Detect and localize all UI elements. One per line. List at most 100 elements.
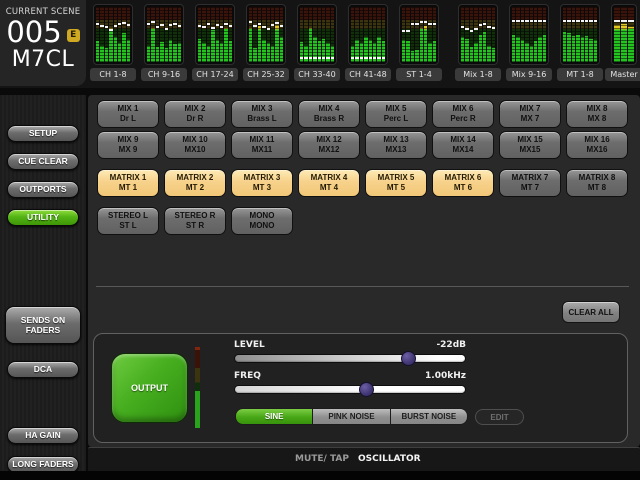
grid-button-mix-4[interactable]: MIX 4 Brass R [298,100,360,128]
level-slider[interactable] [235,351,465,366]
grid-button-mix-9[interactable]: MIX 9 MX 9 [97,131,159,159]
meter-bar [491,7,495,62]
meter-block-label: CH 17-24 [192,68,238,81]
sidebar-button-setup[interactable]: SETUP [7,125,79,142]
grid-button-mix-10[interactable]: MIX 10 MX10 [164,131,226,159]
grid-button-stereo-r[interactable]: STEREO R ST R [164,207,226,235]
grid-button-mix-5[interactable]: MIX 5 Perc L [365,100,427,128]
meter-block-ch-17-24: CH 17-24 [192,4,238,81]
fader-position-mark [219,25,224,28]
grid-button-mix-12[interactable]: MIX 12 MX12 [298,131,360,159]
grid-button-matrix-4[interactable]: MATRIX 4 MT 4 [298,169,360,197]
meter-bar [516,7,520,62]
meter-bar-level [330,45,334,62]
fader-position-mark [104,25,109,28]
sidebar-button-utility[interactable]: UTILITY [7,209,79,226]
freq-slider-handle[interactable] [359,382,375,397]
grid-button-mix-3[interactable]: MIX 3 Brass L [231,100,293,128]
fader-position-mark [563,20,567,23]
fader-position-mark [262,25,266,28]
grid-button-mix-6[interactable]: MIX 6 Perc R [432,100,494,128]
grid-button-mono[interactable]: MONO MONO [231,207,293,235]
fader-position-mark [155,25,160,28]
edit-button[interactable]: EDIT [475,409,524,425]
fader-position-mark [621,20,627,23]
meter-bar-level [423,25,428,62]
meter-bar-level [275,24,279,62]
meter-bar [432,7,436,62]
meter-bar-level [593,40,597,62]
fader-position-mark [270,24,275,27]
m7cl-utility-screen: CURRENT SCENE 005 E M7CL CH 1-8 CH 9-16 CH… [0,0,640,480]
meter-bar-level [117,43,122,62]
fader-position-mark [628,20,634,23]
meter-bar-level [262,40,266,62]
grid-button-matrix-3[interactable]: MATRIX 3 MT 3 [231,169,293,197]
meter-bar-level [96,41,100,62]
freq-slider[interactable] [235,382,465,397]
grid-button-stereo-l[interactable]: STEREO L ST L [97,207,159,235]
sidebar-button-dca[interactable]: DCA [7,361,79,378]
grid-button-matrix-1[interactable]: MATRIX 1 MT 1 [97,169,159,197]
meter-bar [529,7,533,62]
bottom-tab-bar: MUTE/ TAP OSCILLATOR [88,447,640,472]
meter-bar [474,7,478,62]
fader-position-mark [326,57,330,60]
grid-button-matrix-6[interactable]: MATRIX 6 MT 6 [432,169,494,197]
fader-position-mark [512,20,516,23]
meter-bar [113,7,117,62]
fader-position-mark [419,21,423,24]
meter-bar-level [122,33,126,62]
grid-button-matrix-8[interactable]: MATRIX 8 MT 8 [566,169,628,197]
grid-button-mix-2[interactable]: MIX 2 Dr R [164,100,226,128]
fader-position-mark [432,23,436,26]
fader-position-mark [584,20,589,23]
meter-bar-level [576,34,580,62]
tab-mute-tap[interactable]: MUTE/ TAP [295,454,349,464]
level-slider-handle[interactable] [400,351,416,366]
meter-bar [628,7,634,62]
grid-button-mix-15[interactable]: MIX 15 MX15 [499,131,561,159]
fader-position-mark [364,57,368,60]
fader-position-mark [147,22,151,25]
sidebar-button-sends-on-faders[interactable]: SENDS ON FADERS [5,306,81,344]
meter-bar [117,7,122,62]
fader-position-mark [313,57,317,60]
grid-button-mix-13[interactable]: MIX 13 MX13 [365,131,427,159]
meter-block-label: CH 9-16 [141,68,187,81]
oscillator-panel: OUTPUT LEVEL -22dB FREQ 1.00kHz SINE PINK… [93,333,628,443]
grid-button-mix-7[interactable]: MIX 7 MX 7 [499,100,561,128]
wave-button-burst-noise[interactable]: BURST NOISE [390,408,468,425]
meter-bar-level [461,37,465,62]
grid-button-mix-1[interactable]: MIX 1 Dr L [97,100,159,128]
clear-all-button[interactable]: CLEAR ALL [562,301,620,323]
grid-button-matrix-7[interactable]: MATRIX 7 MT 7 [499,169,561,197]
meter-bar [100,7,104,62]
sidebar-button-outports[interactable]: OUTPORTS [7,181,79,198]
meter-bar-level [563,31,567,62]
fader-position-mark [279,25,283,28]
fader-position-mark [206,22,211,25]
meter-bar [253,7,257,62]
freq-row: FREQ 1.00kHz [234,371,466,381]
meter-bar-level [621,23,627,62]
grid-button-mix-11[interactable]: MIX 11 MX11 [231,131,293,159]
grid-button-mix-14[interactable]: MIX 14 MX14 [432,131,494,159]
meter-bar [423,7,428,62]
meter-bar-level [206,45,211,62]
meter-bar [355,7,359,62]
grid-button-matrix-5[interactable]: MATRIX 5 MT 5 [365,169,427,197]
wave-button-sine[interactable]: SINE [235,408,314,425]
grid-button-mix-16[interactable]: MIX 16 MX16 [566,131,628,159]
sidebar-button-ha-gain[interactable]: HA GAIN [7,427,79,444]
meter-bar-level [410,51,415,62]
meter-bar [321,7,326,62]
tab-oscillator[interactable]: OSCILLATOR [358,454,640,472]
meter-bar [160,7,164,62]
fader-position-mark [253,24,257,27]
wave-button-pink-noise[interactable]: PINK NOISE [313,408,391,425]
sidebar-button-cue-clear[interactable]: CUE CLEAR [7,153,79,170]
oscillator-output-button[interactable]: OUTPUT [111,353,188,423]
grid-button-mix-8[interactable]: MIX 8 MX 8 [566,100,628,128]
grid-button-matrix-2[interactable]: MATRIX 2 MT 2 [164,169,226,197]
